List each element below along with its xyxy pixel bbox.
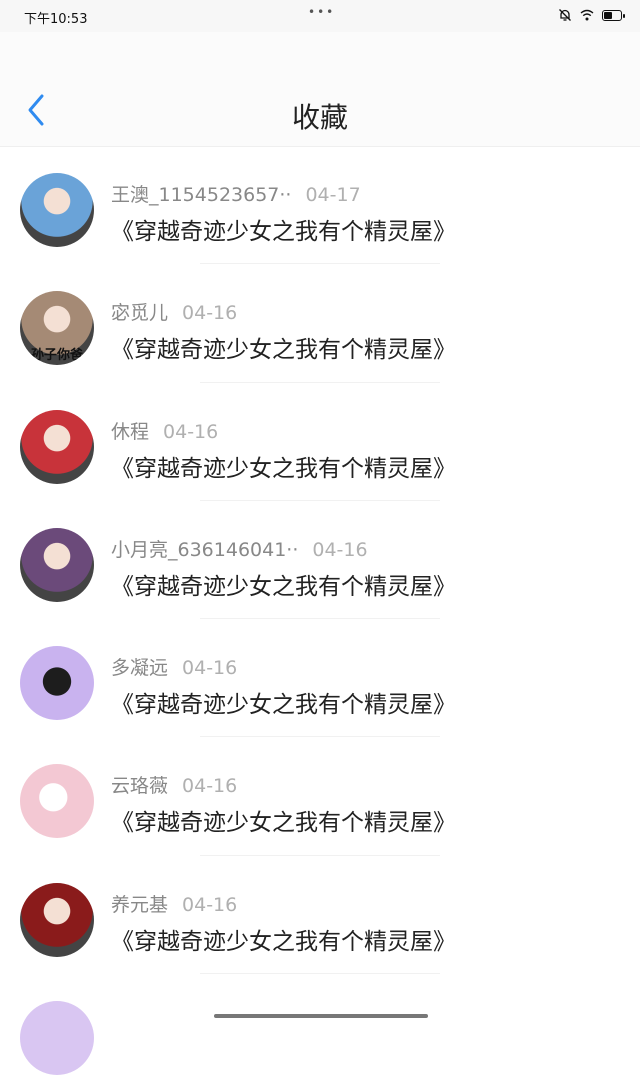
avatar[interactable] <box>20 646 94 721</box>
page-title: 收藏 <box>291 101 348 134</box>
list-item[interactable]: 王澳_1154523657·· 04-17 《穿越奇迹少女之我有个精灵屋》 <box>0 146 640 265</box>
book-title[interactable]: 《穿越奇迹少女之我有个精灵屋》 <box>111 212 456 246</box>
user-name[interactable]: 宓觅儿 <box>111 302 168 324</box>
more-dots-icon[interactable]: ••• <box>308 5 335 19</box>
user-name[interactable]: 小月亮_636146041·· <box>111 539 298 561</box>
avatar[interactable] <box>20 882 94 957</box>
avatar[interactable] <box>20 409 94 484</box>
list-item[interactable]: 多凝远 04-16 《穿越奇迹少女之我有个精灵屋》 <box>0 619 640 738</box>
battery-fill <box>604 11 613 19</box>
avatar[interactable] <box>20 764 94 839</box>
avatar[interactable] <box>20 173 94 247</box>
status-time: 下午10:53 <box>24 12 88 27</box>
list-item[interactable]: 休程 04-16 《穿越奇迹少女之我有个精灵屋》 <box>0 383 640 501</box>
list-item[interactable]: 小月亮_636146041·· 04-16 《穿越奇迹少女之我有个精灵屋》 <box>0 501 640 620</box>
user-name[interactable]: 休程 <box>111 421 149 443</box>
item-meta: 多凝远 04-16 <box>111 653 237 680</box>
book-title[interactable]: 《穿越奇迹少女之我有个精灵屋》 <box>111 922 456 956</box>
list-item[interactable]: 孙子你爸 宓觅儿 04-16 《穿越奇迹少女之我有个精灵屋》 <box>0 264 640 383</box>
status-icons <box>558 8 625 22</box>
item-date: 04-16 <box>182 893 238 916</box>
divider <box>200 973 440 975</box>
book-title[interactable]: 《穿越奇迹少女之我有个精灵屋》 <box>111 449 456 483</box>
list-item[interactable]: 养元基 04-16 《穿越奇迹少女之我有个精灵屋》 <box>0 856 640 975</box>
item-meta: 宓觅儿 04-16 <box>111 298 237 325</box>
book-title[interactable]: 《穿越奇迹少女之我有个精灵屋》 <box>111 803 456 837</box>
item-date: 04-16 <box>182 775 238 798</box>
item-meta: 云珞薇 04-16 <box>111 771 237 798</box>
bell-off-icon <box>559 9 571 21</box>
item-date: 04-16 <box>182 302 238 325</box>
avatar[interactable] <box>20 1001 94 1075</box>
book-title[interactable]: 《穿越奇迹少女之我有个精灵屋》 <box>111 330 456 364</box>
wifi-icon <box>580 9 594 21</box>
nav-bar: 收藏 <box>0 32 640 147</box>
list-item[interactable]: 云珞薇 04-16 《穿越奇迹少女之我有个精灵屋》 <box>0 737 640 856</box>
item-date: 04-16 <box>312 538 368 561</box>
user-name[interactable]: 养元基 <box>111 894 168 916</box>
item-meta: 养元基 04-16 <box>111 890 237 917</box>
favorites-list: 王澳_1154523657·· 04-17 《穿越奇迹少女之我有个精灵屋》 孙子你爸宓… <box>0 146 640 1075</box>
item-meta: 小月亮_636146041·· 04-16 <box>111 535 368 562</box>
user-name[interactable]: 王澳_1154523657·· <box>111 184 291 206</box>
item-date: 04-17 <box>305 184 361 206</box>
item-date: 04-16 <box>182 657 238 680</box>
book-title[interactable]: 《穿越奇迹少女之我有个精灵屋》 <box>111 567 456 601</box>
item-date: 04-16 <box>163 420 219 443</box>
avatar[interactable] <box>20 527 94 602</box>
item-meta: 休程 04-16 <box>111 417 218 444</box>
avatar[interactable]: 孙子你爸 <box>20 291 94 366</box>
book-title[interactable]: 《穿越奇迹少女之我有个精灵屋》 <box>111 685 456 719</box>
home-indicator[interactable] <box>214 1014 428 1018</box>
avatar-caption: 孙子你爸 <box>30 348 83 364</box>
status-bar: 下午10:53 ••• <box>0 0 640 32</box>
user-name[interactable]: 云珞薇 <box>111 775 168 797</box>
item-meta: 王澳_1154523657·· 04-17 <box>111 180 361 207</box>
user-name[interactable]: 多凝远 <box>111 657 168 679</box>
battery-icon <box>602 9 625 21</box>
